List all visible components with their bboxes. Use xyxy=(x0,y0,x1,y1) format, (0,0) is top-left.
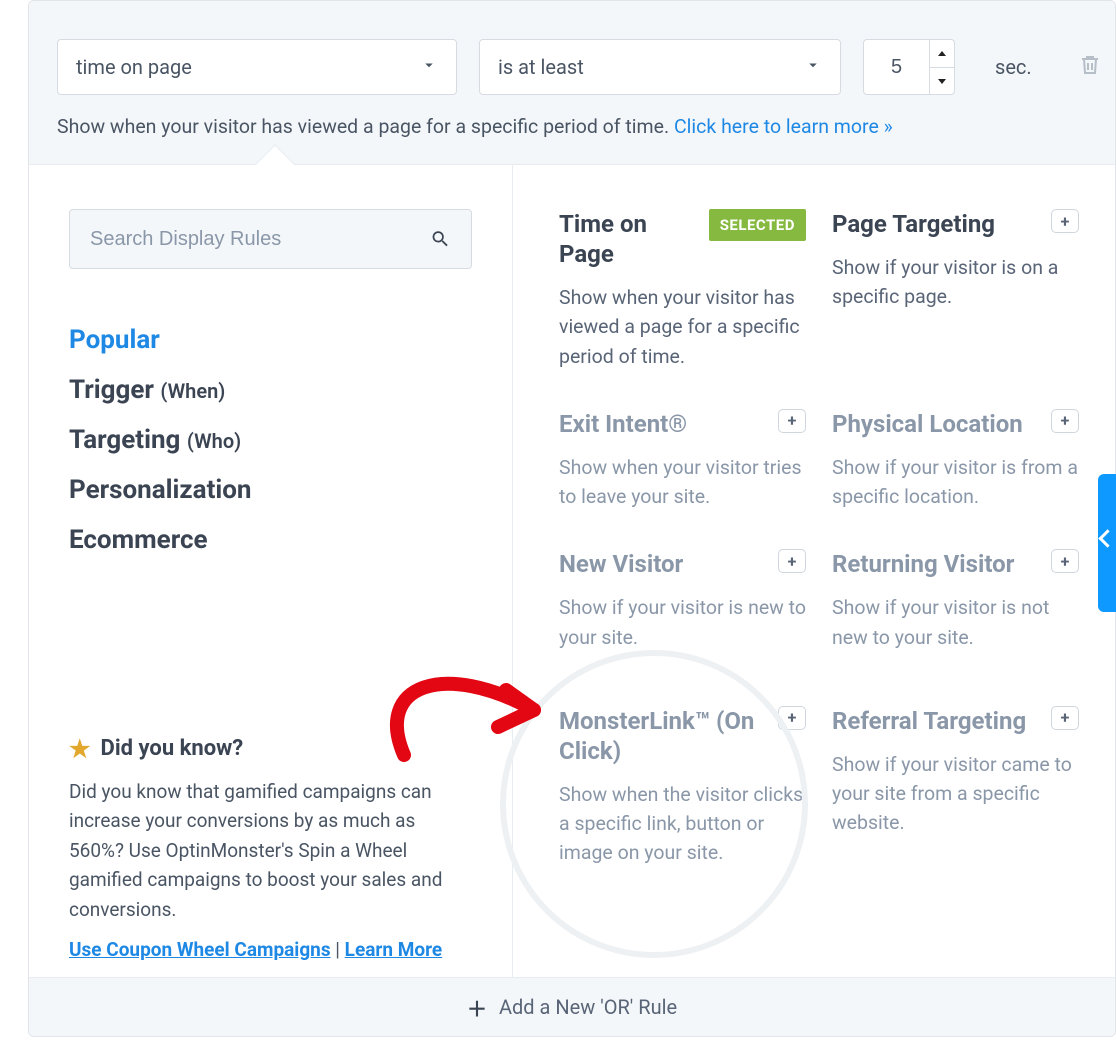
rule-title: Physical Location xyxy=(832,409,1023,439)
search-icon xyxy=(430,228,451,250)
display-rules-panel: time on page is at least xyxy=(28,0,1116,1037)
duration-stepper[interactable] xyxy=(863,39,955,95)
category-list: Popular Trigger (When) Targeting (Who) P… xyxy=(69,325,472,555)
duration-input[interactable] xyxy=(863,39,929,95)
learn-more-link[interactable]: Click here to learn more » xyxy=(674,115,893,138)
operator-value: is at least xyxy=(498,55,584,79)
category-trigger[interactable]: Trigger (When) xyxy=(69,375,472,405)
add-or-rule-button[interactable]: ＋ Add a New 'OR' Rule xyxy=(29,977,1115,1036)
tip-box: ★ Did you know? Did you know that gamifi… xyxy=(69,735,472,961)
category-popular[interactable]: Popular xyxy=(69,325,472,355)
add-rule-button[interactable]: + xyxy=(778,409,806,433)
plus-icon: ＋ xyxy=(467,993,487,1022)
chevron-down-icon xyxy=(804,55,822,79)
category-ecommerce[interactable]: Ecommerce xyxy=(69,525,472,555)
rule-card-page-targeting[interactable]: Page Targeting + Show if your visitor is… xyxy=(832,209,1079,371)
rule-title: New Visitor xyxy=(559,549,683,579)
rule-desc: Show when your visitor tries to leave yo… xyxy=(559,453,806,512)
add-rule-button[interactable]: + xyxy=(1051,209,1079,233)
delete-rule-button[interactable] xyxy=(1078,52,1102,82)
rule-desc: Show when the visitor clicks a specific … xyxy=(559,780,806,868)
rule-title: Time on Page xyxy=(559,209,699,269)
add-rule-button[interactable]: + xyxy=(1051,549,1079,573)
trash-icon xyxy=(1078,52,1102,78)
duration-unit: sec. xyxy=(995,55,1032,79)
add-rule-button[interactable]: + xyxy=(778,549,806,573)
rule-title: Exit Intent® xyxy=(559,409,687,439)
rule-desc: Show if your visitor is on a specific pa… xyxy=(832,253,1079,312)
increment-button[interactable] xyxy=(929,39,955,67)
rule-help-text: Show when your visitor has viewed a page… xyxy=(57,115,1087,138)
side-drawer-tab[interactable] xyxy=(1098,474,1116,612)
rule-desc: Show if your visitor came to your site f… xyxy=(832,750,1079,838)
rule-card-monsterlink[interactable]: MonsterLink™ (On Click) + Show when the … xyxy=(559,690,806,868)
rule-card-new-visitor[interactable]: New Visitor + Show if your visitor is ne… xyxy=(559,549,806,652)
rules-grid: Time on Page SELECTED Show when your vis… xyxy=(513,165,1115,977)
add-rule-button[interactable]: + xyxy=(1051,706,1079,730)
rule-title: Page Targeting xyxy=(832,209,995,239)
category-targeting[interactable]: Targeting (Who) xyxy=(69,425,472,455)
tip-link-learn-more[interactable]: Learn More xyxy=(345,938,442,961)
condition-row: time on page is at least xyxy=(29,1,1115,165)
rule-type-value: time on page xyxy=(76,55,192,79)
star-icon: ★ xyxy=(69,735,91,763)
tip-body: Did you know that gamified campaigns can… xyxy=(69,777,472,924)
rule-type-select[interactable]: time on page xyxy=(57,39,457,95)
rule-card-referral-targeting[interactable]: Referral Targeting + Show if your visito… xyxy=(832,690,1079,868)
rule-title: Referral Targeting xyxy=(832,706,1026,736)
rules-sidebar: Popular Trigger (When) Targeting (Who) P… xyxy=(29,165,513,977)
chevron-down-icon xyxy=(420,55,438,79)
add-rule-button[interactable]: + xyxy=(778,706,806,730)
operator-select[interactable]: is at least xyxy=(479,39,841,95)
rule-desc: Show if your visitor is new to your site… xyxy=(559,593,806,652)
rule-title: Returning Visitor xyxy=(832,549,1014,579)
rule-desc: Show if your visitor is not new to your … xyxy=(832,593,1079,652)
rule-card-physical-location[interactable]: Physical Location + Show if your visitor… xyxy=(832,409,1079,512)
rule-card-exit-intent[interactable]: Exit Intent® + Show when your visitor tr… xyxy=(559,409,806,512)
footer-label: Add a New 'OR' Rule xyxy=(499,995,677,1019)
tip-link-coupon-wheel[interactable]: Use Coupon Wheel Campaigns xyxy=(69,938,331,961)
add-rule-button[interactable]: + xyxy=(1051,409,1079,433)
search-input-wrapper[interactable] xyxy=(69,209,472,269)
search-input[interactable] xyxy=(90,228,430,251)
rule-card-time-on-page[interactable]: Time on Page SELECTED Show when your vis… xyxy=(559,209,806,371)
rule-desc: Show when your visitor has viewed a page… xyxy=(559,283,806,371)
decrement-button[interactable] xyxy=(929,67,955,95)
category-personalization[interactable]: Personalization xyxy=(69,475,472,505)
rule-title: MonsterLink™ (On Click) xyxy=(559,706,768,766)
rule-card-returning-visitor[interactable]: Returning Visitor + Show if your visitor… xyxy=(832,549,1079,652)
selected-badge: SELECTED xyxy=(709,209,806,241)
rule-desc: Show if your visitor is from a specific … xyxy=(832,453,1079,512)
tip-heading: Did you know? xyxy=(101,736,244,761)
